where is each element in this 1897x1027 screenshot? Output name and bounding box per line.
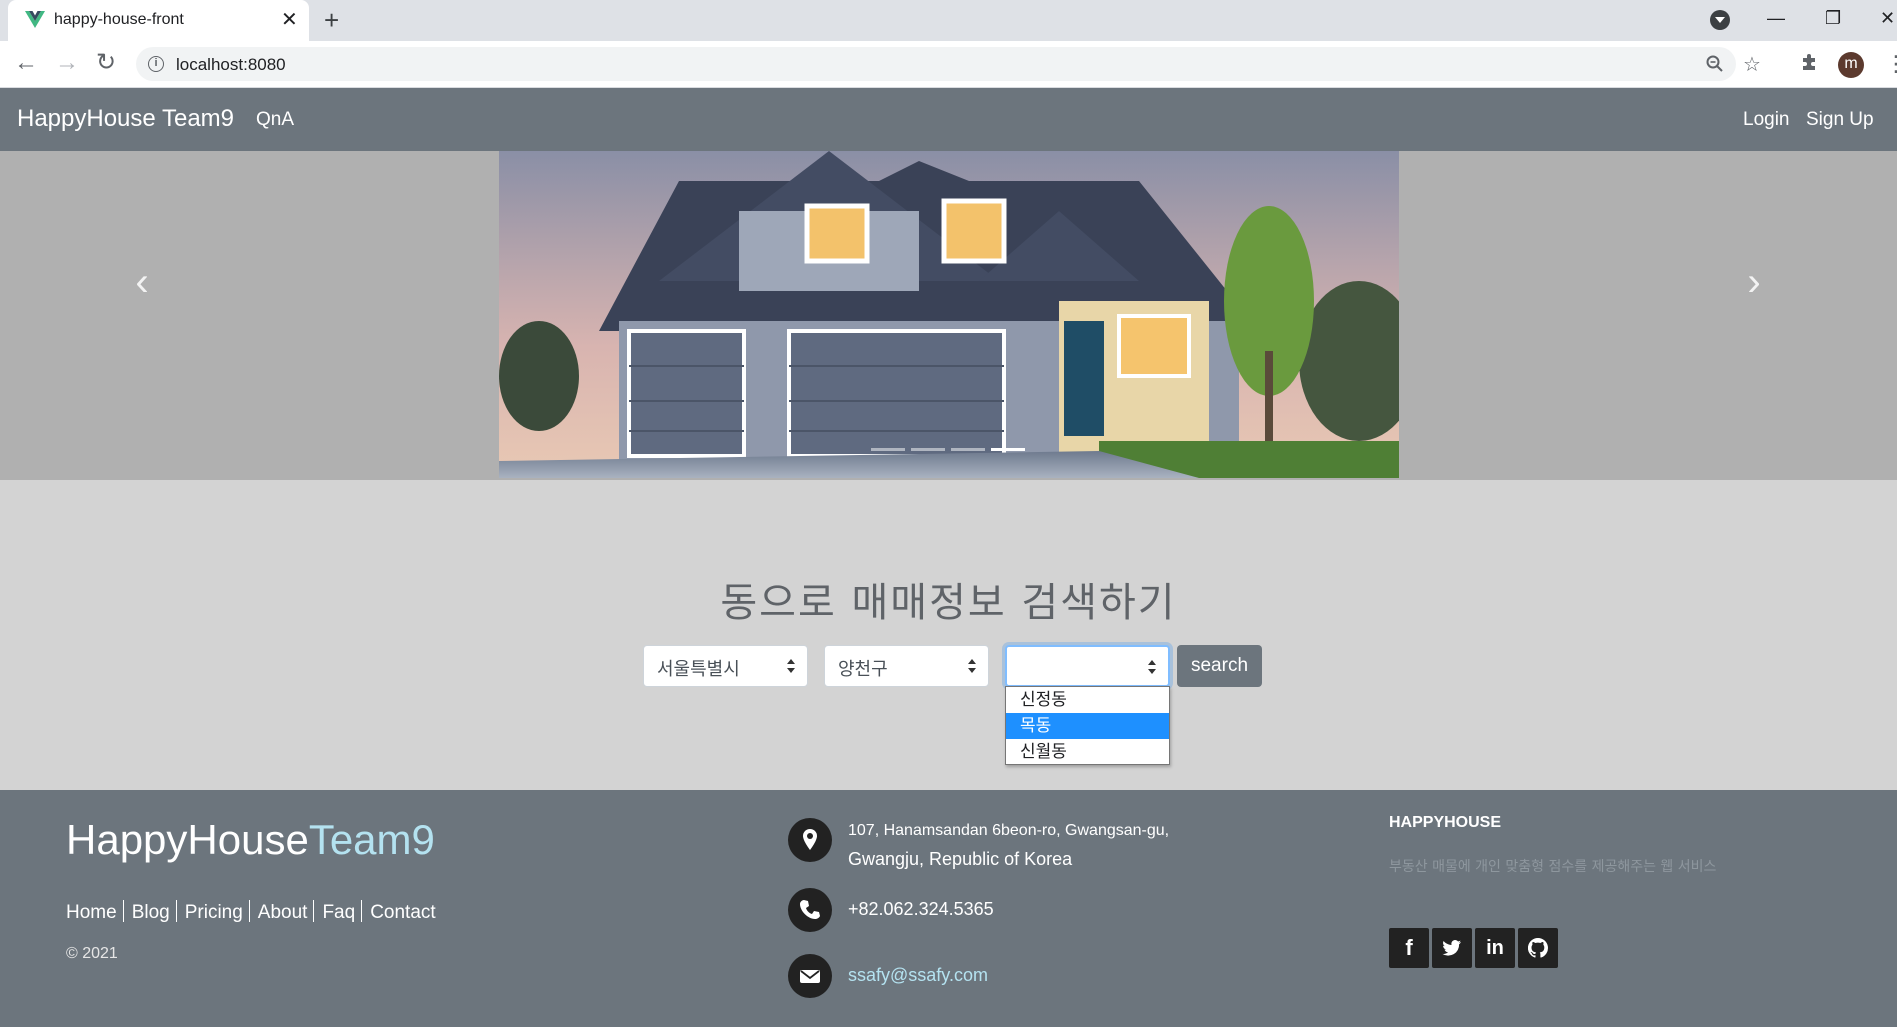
about-text: 부동산 매물에 개인 맞춤형 점수를 제공해주는 웹 서비스 [1389,859,1717,875]
phone-icon [788,888,832,932]
profile-avatar[interactable]: m [1838,52,1864,78]
search-button[interactable]: search [1177,645,1262,687]
footer-link-pricing[interactable]: Pricing [185,902,243,923]
footer-link-faq[interactable]: Faq [322,902,355,923]
dong-select[interactable] [1005,645,1170,687]
site-footer: HappyHouseTeam9 Home Blog Pricing About Faq C… [0,790,1897,1027]
new-tab-button[interactable]: + [324,6,339,34]
restore-icon[interactable]: ❐ [1825,8,1841,29]
footer-logo-main: HappyHouse [66,816,309,863]
district-select-value: 양천구 [838,659,888,680]
site-navbar: HappyHouse Team9 QnA Login Sign Up [0,88,1897,151]
browser-toolbar: ← → ↻ i localhost:8080 ☆ m ⋮ [0,41,1897,88]
footer-link-blog[interactable]: Blog [132,902,170,923]
city-select-value: 서울특별시 [657,659,740,680]
map-marker-icon [788,818,832,862]
footer-link-contact[interactable]: Contact [370,902,435,923]
linkedin-icon[interactable]: in [1475,928,1515,968]
carousel-indicator[interactable] [951,448,985,451]
about-title: HAPPYHOUSE [1389,814,1502,831]
facebook-icon[interactable]: f [1389,928,1429,968]
footer-link-about[interactable]: About [258,902,308,923]
footer-logo-accent: Team9 [308,816,435,863]
carousel-indicator[interactable] [911,448,945,451]
select-caret-icon [968,659,976,673]
address-line-1: 107, Hanamsandan 6beon-ro, Gwangsan-gu, [848,822,1170,839]
minimize-icon[interactable]: — [1767,8,1785,29]
tab-title: happy-house-front [54,11,184,28]
dong-option[interactable]: 신정동 [1006,687,1169,713]
tab-search-icon[interactable] [1710,10,1730,30]
carousel-slide-image [499,151,1399,478]
footer-link-home[interactable]: Home [66,902,117,923]
dong-dropdown-list: 신정동 목동 신월동 [1005,686,1170,765]
address-line-2: Gwangju, Republic of Korea [848,849,1073,869]
phone-number: +82.062.324.5365 [848,899,994,919]
dong-option[interactable]: 신월동 [1006,739,1169,765]
browser-menu-icon[interactable]: ⋮ [1885,51,1897,77]
zoom-icon[interactable] [1706,55,1724,73]
district-select[interactable]: 양천구 [824,645,989,687]
vue-logo-icon [25,11,45,28]
carousel-next-icon[interactable]: › [1724,237,1784,327]
footer-links: Home Blog Pricing About Faq Contact [66,900,436,924]
forward-icon[interactable]: → [55,49,79,77]
github-icon[interactable] [1518,928,1558,968]
envelope-icon [788,954,832,998]
nav-link-login[interactable]: Login [1743,109,1790,131]
footer-logo[interactable]: HappyHouseTeam9 [66,816,435,864]
email-link[interactable]: ssafy@ssafy.com [848,965,988,986]
select-caret-icon [1148,660,1156,674]
bookmark-star-icon[interactable]: ☆ [1743,52,1761,77]
house-carousel: ‹ › [0,151,1897,480]
search-title: 동으로 매매정보 검색하기 [720,580,1177,626]
address-bar[interactable]: i localhost:8080 ☆ [136,47,1761,81]
browser-tabstrip: happy-house-front ✕ + — ❐ ✕ [0,0,1897,41]
carousel-indicator[interactable] [871,448,905,451]
carousel-indicator-active[interactable] [991,448,1025,451]
site-info-icon[interactable]: i [148,56,164,72]
browser-tab[interactable]: happy-house-front ✕ [8,0,309,41]
dong-option-highlighted[interactable]: 목동 [1006,713,1169,739]
carousel-prev-icon[interactable]: ‹ [112,237,172,327]
tab-close-icon[interactable]: ✕ [281,8,298,32]
brand-link[interactable]: HappyHouse Team9 [17,105,234,133]
back-icon[interactable]: ← [14,49,38,77]
extensions-icon[interactable] [1800,52,1820,72]
window-close-icon[interactable]: ✕ [1880,8,1895,29]
nav-link-signup[interactable]: Sign Up [1806,109,1874,131]
copyright: © 2021 [66,945,118,962]
twitter-icon[interactable] [1432,928,1472,968]
url-text[interactable]: localhost:8080 [176,55,286,75]
select-caret-icon [787,659,795,673]
reload-icon[interactable]: ↻ [96,49,116,77]
city-select[interactable]: 서울특별시 [643,645,808,687]
nav-link-qna[interactable]: QnA [256,109,294,131]
